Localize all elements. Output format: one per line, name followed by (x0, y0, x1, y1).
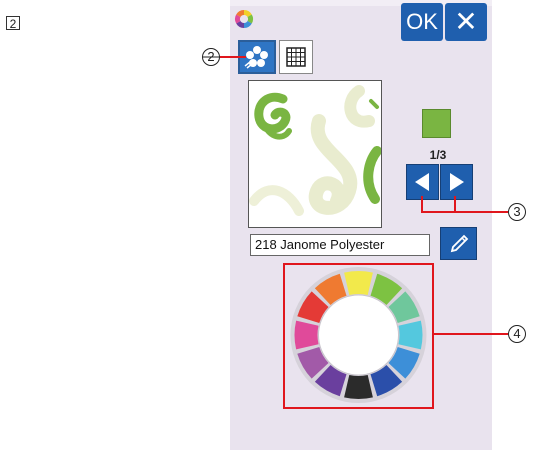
triangle-left-icon (415, 173, 429, 191)
grid-icon (286, 47, 306, 67)
ok-button[interactable]: OK (401, 3, 443, 41)
thread-name-field[interactable]: 218 Janome Polyester (250, 234, 430, 256)
current-thread-swatch (422, 109, 451, 138)
color-wheel[interactable] (287, 265, 430, 405)
previous-color-button[interactable] (406, 164, 439, 200)
color-wheel-app-icon (234, 9, 254, 29)
color-select-mode-button[interactable] (238, 40, 276, 74)
callout-4: 4 (508, 325, 526, 343)
edit-thread-button[interactable] (440, 227, 477, 260)
grid-view-mode-button[interactable] (279, 40, 313, 74)
flower-icon (244, 46, 268, 69)
pencil-icon (450, 234, 469, 253)
close-button[interactable]: ✕ (445, 3, 487, 41)
color-counter: 1/3 (429, 148, 447, 162)
callout-3: 3 (508, 203, 526, 221)
next-color-button[interactable] (440, 164, 473, 200)
design-preview-image (249, 81, 382, 227)
callout-2: 2 (202, 48, 220, 66)
triangle-right-icon (450, 173, 464, 191)
embroidery-preview (248, 80, 382, 228)
step-number-box: 2 (6, 16, 20, 31)
